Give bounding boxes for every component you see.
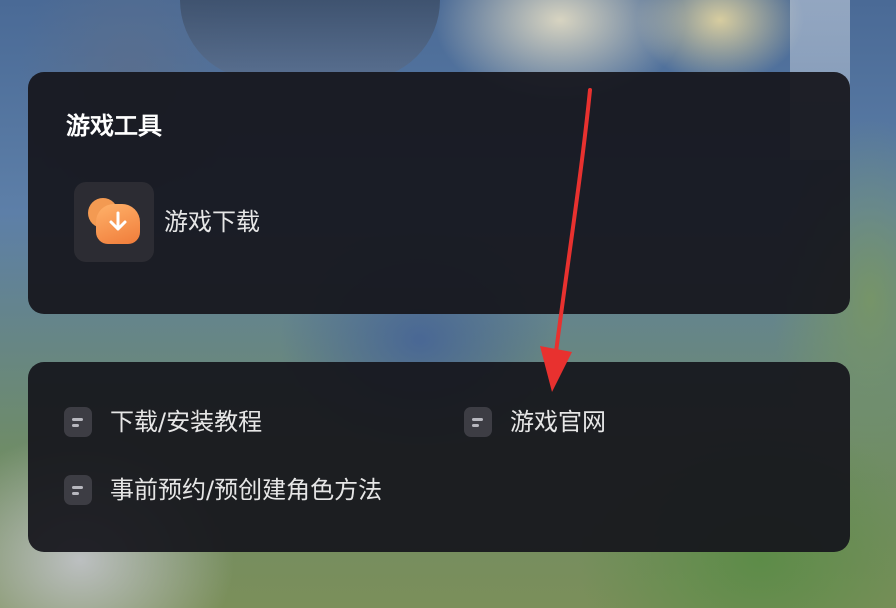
- document-icon: [464, 407, 492, 437]
- link-label: 事前预约/预创建角色方法: [110, 476, 383, 504]
- link-label: 游戏官网: [510, 408, 606, 436]
- link-label: 下载/安装教程: [110, 408, 263, 436]
- game-download-label: 游戏下载: [164, 208, 260, 236]
- link-preregistration-guide[interactable]: 事前预约/预创建角色方法: [64, 474, 382, 506]
- game-tools-panel: 游戏工具 游戏下载: [28, 72, 850, 314]
- game-tools-title: 游戏工具: [66, 112, 162, 140]
- document-icon: [64, 407, 92, 437]
- link-download-install-guide[interactable]: 下载/安装教程: [64, 406, 262, 438]
- document-icon: [64, 475, 92, 505]
- link-official-website[interactable]: 游戏官网: [464, 406, 606, 438]
- game-download-icon: [74, 182, 154, 262]
- background-character: [180, 0, 440, 80]
- guide-links-panel: [28, 362, 850, 552]
- game-download-button[interactable]: 游戏下载: [74, 182, 260, 262]
